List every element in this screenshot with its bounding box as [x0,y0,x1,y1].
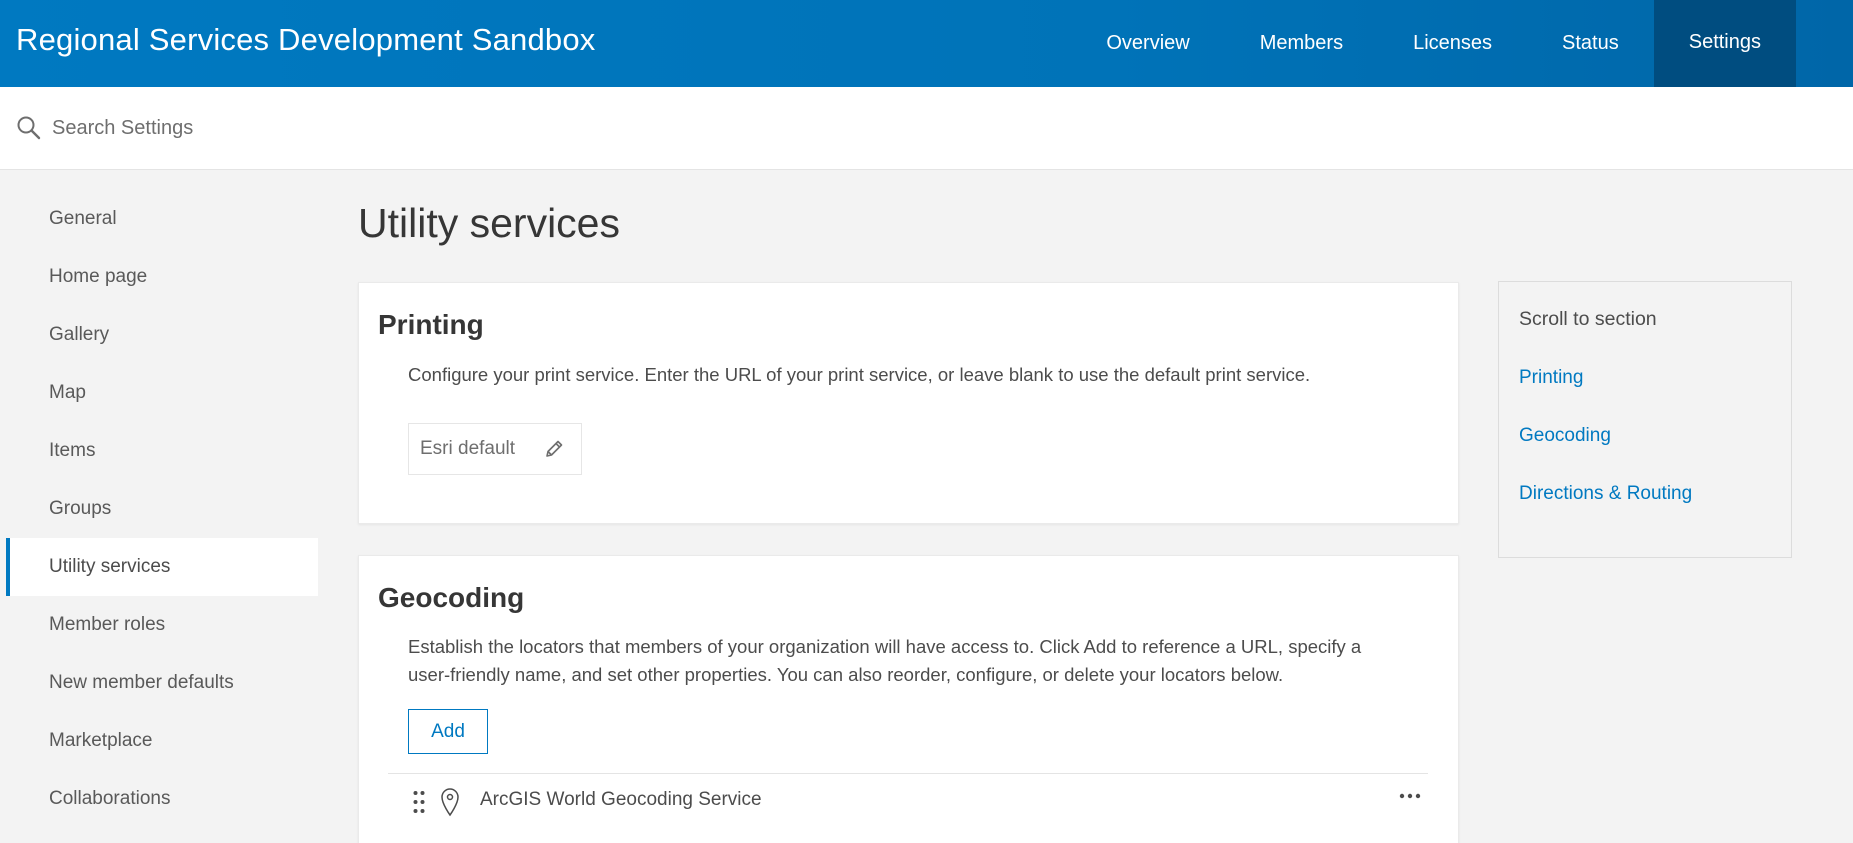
sidebar-item-gallery[interactable]: Gallery [6,306,318,364]
sidebar-item-new-member-defaults[interactable]: New member defaults [6,654,318,712]
sidebar-item-utility-services[interactable]: Utility services [6,538,318,596]
nav-members[interactable]: Members [1225,0,1378,87]
scroll-link-directions-routing[interactable]: Directions & Routing [1519,483,1692,505]
search-input[interactable] [52,109,852,147]
sidebar-item-general[interactable]: General [6,190,318,248]
printing-description: Configure your print service. Enter the … [408,364,1311,385]
printing-heading: Printing [378,309,484,340]
top-header: Regional Services Development Sandbox Ov… [0,0,1853,87]
nav-overview[interactable]: Overview [1071,0,1224,87]
drag-handle-icon[interactable] [412,790,426,814]
page-title: Utility services [358,200,620,246]
add-locator-button[interactable]: Add [408,709,488,754]
scroll-link-geocoding[interactable]: Geocoding [1519,425,1611,447]
scroll-link-printing[interactable]: Printing [1519,367,1583,389]
geocoding-description: Establish the locators that members of y… [408,636,1362,685]
printing-card: Printing Configure your print service. E… [358,282,1459,524]
search-icon [17,116,41,140]
sidebar-item-member-roles[interactable]: Member roles [6,596,318,654]
geocoding-card: Geocoding Establish the locators that me… [358,555,1459,843]
org-title: Regional Services Development Sandbox [16,22,596,57]
nav-status[interactable]: Status [1527,0,1654,87]
pencil-icon[interactable] [543,438,565,460]
map-pin-icon [441,788,459,817]
nav-settings[interactable]: Settings [1653,0,1796,87]
print-service-value: Esri default [420,438,516,459]
nav-licenses[interactable]: Licenses [1378,0,1527,87]
scroll-to-section-panel: Scroll to section Printing Geocoding Dir… [1498,281,1792,558]
print-service-field[interactable]: Esri default [408,423,582,475]
top-nav: Overview Members Licenses Status Setting… [1071,0,1853,87]
locator-name: ArcGIS World Geocoding Service [480,789,762,810]
sidebar-item-home-page[interactable]: Home page [6,248,318,306]
sidebar-item-groups[interactable]: Groups [6,480,318,538]
sidebar-item-marketplace[interactable]: Marketplace [6,712,318,770]
sidebar-item-collaborations[interactable]: Collaborations [6,770,318,828]
search-bar [0,87,1853,170]
settings-sidebar: General Home page Gallery Map Items Grou… [6,190,318,828]
geocoding-heading: Geocoding [378,582,525,613]
sidebar-item-map[interactable]: Map [6,364,318,422]
locator-row: ArcGIS World Geocoding Service [388,773,1428,829]
sidebar-item-items[interactable]: Items [6,422,318,480]
scroll-panel-title: Scroll to section [1519,308,1657,330]
more-options-icon[interactable] [1392,784,1428,808]
